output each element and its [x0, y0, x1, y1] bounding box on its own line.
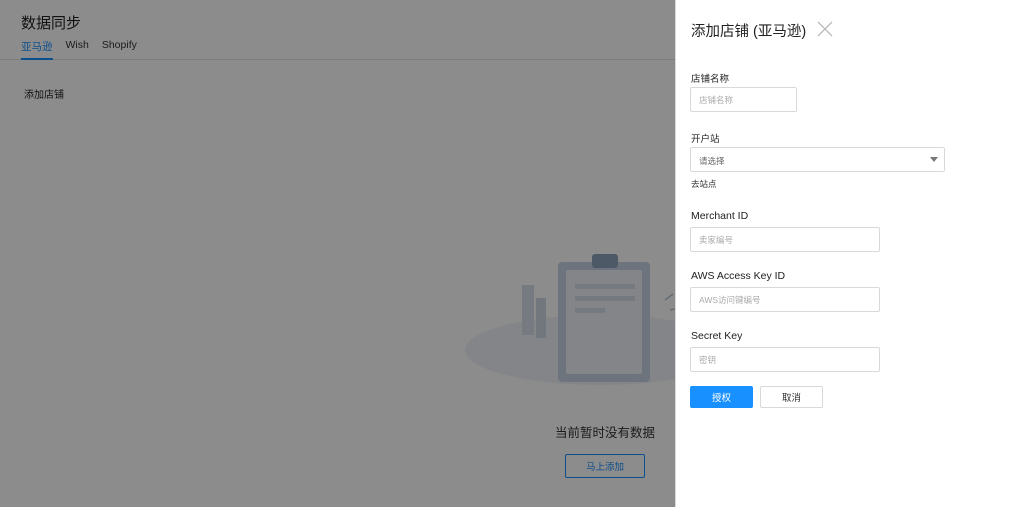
store-name-input[interactable]: [690, 87, 797, 112]
store-name-label: 店铺名称: [691, 74, 730, 85]
drawer-mask[interactable]: [0, 0, 675, 507]
secret-key-input[interactable]: [690, 347, 880, 372]
site-select-value: 请选择: [699, 156, 725, 166]
secret-key-label: Secret Key: [691, 330, 743, 342]
drawer-title: 添加店铺 (亚马逊): [691, 24, 807, 40]
add-store-drawer: 添加店铺 (亚马逊) 店铺名称 开户站 请选择 去站点 Merchant ID …: [675, 0, 1036, 507]
merchant-id-input[interactable]: [690, 227, 880, 252]
site-hint-link[interactable]: 去站点: [691, 178, 717, 190]
site-select[interactable]: 请选择: [690, 147, 945, 172]
site-label: 开户站: [691, 134, 720, 145]
merchant-id-label: Merchant ID: [691, 210, 749, 222]
caret-down-icon: [930, 157, 938, 162]
close-icon[interactable]: [816, 20, 834, 38]
aws-key-label: AWS Access Key ID: [691, 270, 786, 282]
cancel-button[interactable]: 取消: [760, 386, 823, 408]
authorize-button[interactable]: 授权: [690, 386, 753, 408]
aws-key-input[interactable]: [690, 287, 880, 312]
